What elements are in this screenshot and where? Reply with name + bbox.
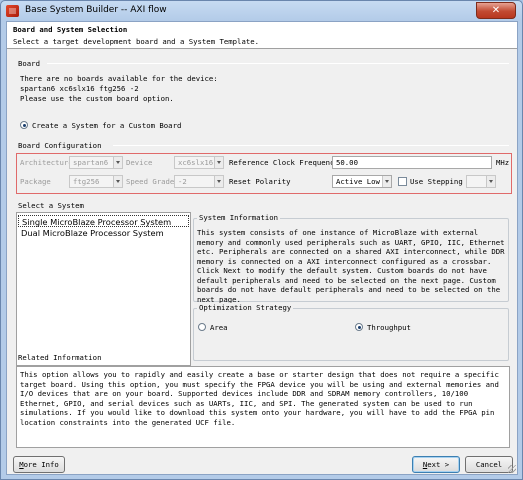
next-label: ext >	[427, 460, 450, 469]
area-radio-label[interactable]: Area	[210, 323, 228, 332]
chevron-down-icon	[382, 176, 391, 187]
custom-board-radio-label[interactable]: Create a System for a Custom Board	[32, 121, 181, 130]
package-select[interactable]: ftg256	[69, 175, 123, 188]
chevron-down-icon	[486, 176, 495, 187]
optimization-strategy-title: Optimization Strategy	[197, 303, 294, 312]
board-section-label: Board	[18, 59, 40, 68]
window-title: Base System Builder -- AXI flow	[25, 5, 167, 15]
main-window: Base System Builder -- AXI flow ✕ Board …	[0, 0, 523, 480]
reset-polarity-select[interactable]: Active Low	[332, 175, 392, 188]
board-message-line1: There are no boards available for the de…	[20, 74, 218, 83]
speed-grade-select[interactable]: -2	[174, 175, 224, 188]
board-message-line2: spartan6 xc6slx16 ftg256 -2	[20, 84, 139, 93]
device-value: xc6slx16	[178, 158, 214, 167]
stepping-select[interactable]	[466, 175, 496, 188]
use-stepping-checkbox[interactable]	[398, 177, 407, 186]
device-select[interactable]: xc6slx16	[174, 156, 224, 169]
page-subtitle: Select a target development board and a …	[13, 37, 260, 46]
close-button[interactable]: ✕	[476, 2, 516, 19]
dialog-client-area: Board and System Selection Select a targ…	[6, 21, 518, 475]
board-config-divider	[113, 145, 509, 146]
title-bar[interactable]: Base System Builder -- AXI flow ✕	[1, 1, 522, 21]
page-title: Board and System Selection	[13, 25, 128, 34]
chevron-down-icon	[113, 176, 122, 187]
board-config-highlight: Architecture spartan6 Device xc6slx16 Re…	[16, 153, 512, 194]
system-information-group: System Information This system consists …	[193, 213, 509, 304]
system-information-text: This system consists of one instance of …	[197, 228, 505, 304]
resize-grip[interactable]	[508, 465, 516, 473]
more-info-label: ore Info	[23, 460, 59, 469]
chevron-down-icon	[214, 176, 223, 187]
system-information-title: System Information	[197, 213, 281, 222]
wizard-header: Board and System Selection Select a targ…	[7, 22, 517, 49]
cancel-label: Cancel	[475, 460, 503, 469]
throughput-radio-label[interactable]: Throughput	[367, 323, 411, 332]
chevron-down-icon	[113, 157, 122, 168]
throughput-radio[interactable]	[355, 323, 363, 331]
reset-polarity-label: Reset Polarity	[229, 177, 291, 186]
package-value: ftg256	[73, 177, 100, 186]
speed-grade-value: -2	[178, 177, 187, 186]
next-button[interactable]: Next >	[412, 456, 460, 473]
board-divider	[47, 63, 509, 64]
cancel-button[interactable]: Cancel	[465, 456, 513, 473]
system-template-list[interactable]: Single MicroBlaze Processor System Dual …	[16, 212, 191, 366]
reference-clock-unit: MHz	[496, 158, 510, 167]
reference-clock-input[interactable]: 50.00	[332, 156, 492, 169]
architecture-label: Architecture	[20, 158, 73, 167]
reset-polarity-value: Active Low	[336, 177, 380, 186]
reference-clock-value: 50.00	[336, 158, 358, 167]
custom-board-radio[interactable]	[20, 121, 28, 129]
list-item[interactable]: Dual MicroBlaze Processor System	[18, 227, 189, 239]
board-config-section-label: Board Configuration	[18, 141, 102, 150]
architecture-value: spartan6	[73, 158, 109, 167]
related-information-box: This option allows you to rapidly and ea…	[16, 366, 510, 448]
reference-clock-label: Reference Clock Frequency	[229, 158, 339, 167]
related-information-text: This option allows you to rapidly and ea…	[20, 370, 499, 427]
device-label: Device	[126, 158, 153, 167]
area-radio[interactable]	[198, 323, 206, 331]
architecture-select[interactable]: spartan6	[69, 156, 123, 169]
package-label: Package	[20, 177, 51, 186]
use-stepping-label[interactable]: Use Stepping	[410, 177, 463, 186]
more-info-button[interactable]: More Info	[13, 456, 65, 473]
xilinx-app-icon	[6, 5, 19, 17]
select-system-section-label: Select a System	[18, 201, 84, 210]
list-item[interactable]: Single MicroBlaze Processor System	[18, 215, 189, 227]
board-message-line3: Please use the custom board option.	[20, 94, 174, 103]
optimization-strategy-group: Optimization Strategy Area Throughput	[193, 303, 509, 361]
related-information-label: Related Information	[18, 353, 102, 362]
speed-grade-label: Speed Grade	[126, 177, 175, 186]
chevron-down-icon	[214, 157, 223, 168]
